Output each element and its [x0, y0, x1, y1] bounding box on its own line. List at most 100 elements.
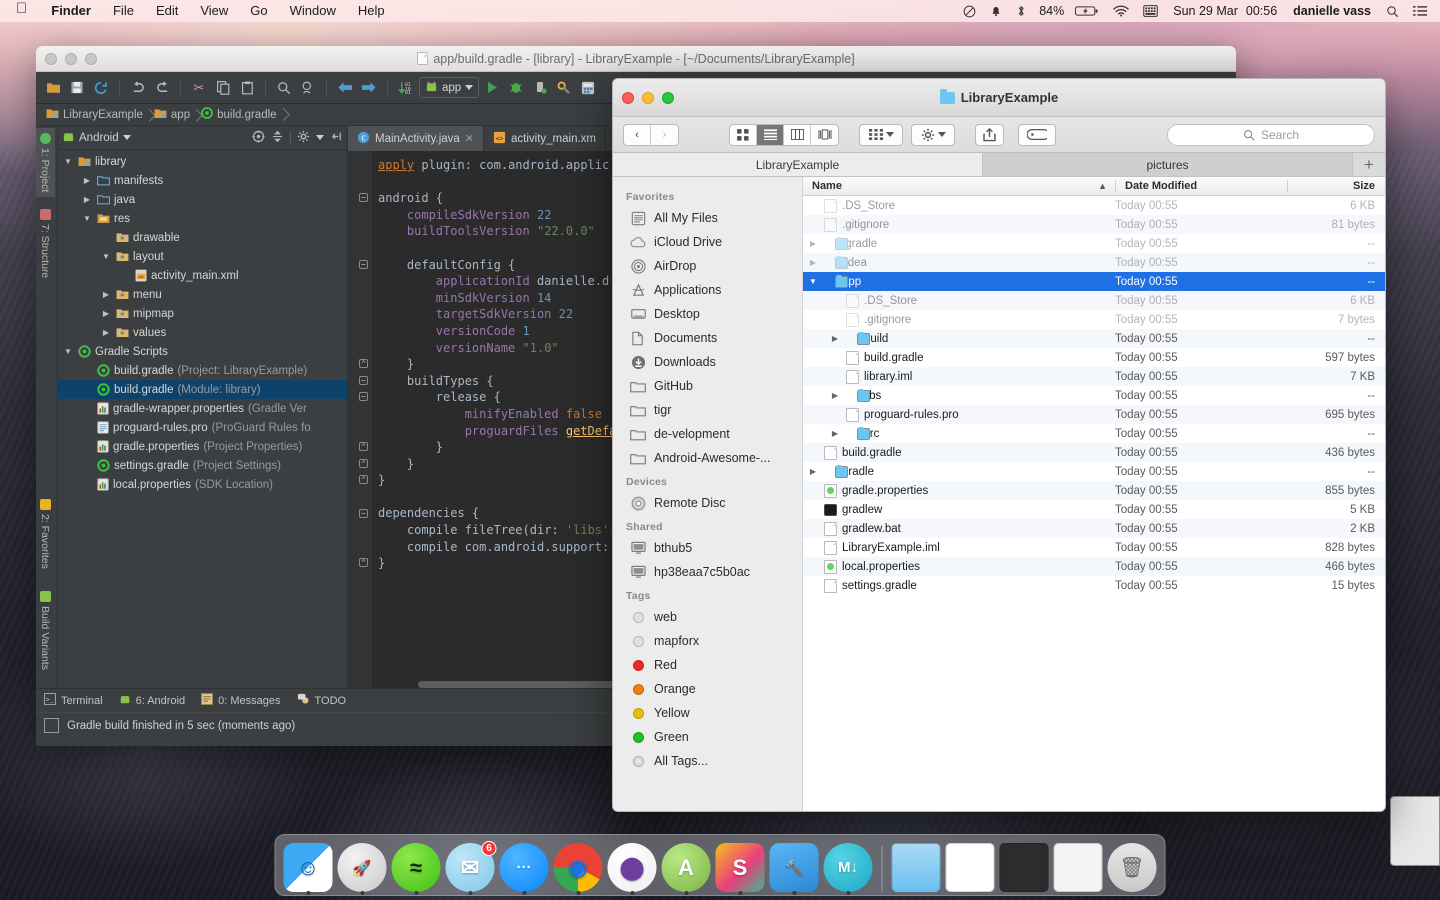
project-tree-node[interactable]: build.gradle(Project: LibraryExample): [58, 361, 347, 380]
share-button[interactable]: [975, 124, 1004, 146]
project-tree-node[interactable]: settings.gradle(Project Settings): [58, 456, 347, 475]
finder-window[interactable]: LibraryExample ‹ ›: [612, 78, 1386, 812]
project-tree-node[interactable]: ▼res: [58, 209, 347, 228]
sidebar-item-tigr[interactable]: tigr: [613, 398, 802, 422]
event-log-icon[interactable]: [44, 718, 59, 733]
dock-item-messages[interactable]: ···: [500, 843, 549, 892]
sidebar-item-de-velopment[interactable]: de-velopment: [613, 422, 802, 446]
chevron-down-icon[interactable]: [123, 135, 131, 140]
project-tree-node[interactable]: proguard-rules.pro(ProGuard Rules fo: [58, 418, 347, 437]
table-row[interactable]: settings.gradleToday 00:5515 bytes: [803, 576, 1385, 595]
project-tree-node[interactable]: ▶mipmap: [58, 304, 347, 323]
table-row[interactable]: .gitignoreToday 00:557 bytes: [803, 310, 1385, 329]
chevron-down-icon[interactable]: [938, 132, 946, 137]
status-tab-messages[interactable]: 0: Messages: [201, 693, 280, 708]
battery-charging-icon[interactable]: [1068, 0, 1106, 22]
disclosure-collapsed-icon[interactable]: ▶: [829, 429, 841, 438]
forward-icon[interactable]: ›: [651, 125, 678, 145]
search-input[interactable]: Search: [1167, 124, 1375, 146]
disclosure-collapsed-icon[interactable]: ▶: [807, 239, 819, 248]
table-row[interactable]: LibraryExample.imlToday 00:55828 bytes: [803, 538, 1385, 557]
menu-item-window[interactable]: Window: [279, 0, 347, 22]
table-row[interactable]: build.gradleToday 00:55597 bytes: [803, 348, 1385, 367]
project-tree-node[interactable]: drawable: [58, 228, 347, 247]
finder-toolbar[interactable]: ‹ ›: [613, 117, 1385, 153]
code-fold-toggle-icon[interactable]: −: [359, 392, 368, 401]
column-header-size[interactable]: Size: [1287, 180, 1385, 192]
project-pane-header[interactable]: Android: [58, 126, 347, 150]
column-header-date[interactable]: Date Modified: [1115, 180, 1287, 192]
sidebar-item-airdrop[interactable]: AirDrop: [613, 254, 802, 278]
icon-view-button[interactable]: [730, 125, 757, 145]
editor-gutter[interactable]: [348, 151, 372, 688]
project-tool-window[interactable]: Android: [58, 126, 348, 688]
finder-window-controls[interactable]: [613, 92, 674, 104]
finder-close-button[interactable]: [622, 92, 634, 104]
find-icon[interactable]: [273, 77, 295, 99]
input-source-icon[interactable]: [1136, 0, 1165, 22]
code-fold-toggle-icon[interactable]: ⌃: [359, 475, 368, 484]
dock-item-xcode[interactable]: 🔨: [770, 843, 819, 892]
sidebar-item-all-my-files[interactable]: All My Files: [613, 206, 802, 230]
sidebar-item-all-tags[interactable]: All Tags...: [613, 749, 802, 773]
table-row[interactable]: build.gradleToday 00:55436 bytes: [803, 443, 1385, 462]
back-icon[interactable]: ‹: [624, 125, 651, 145]
menu-item-go[interactable]: Go: [239, 0, 278, 22]
sidebar-item-github[interactable]: GitHub: [613, 374, 802, 398]
menu-item-help[interactable]: Help: [347, 0, 396, 22]
sidebar-item-icloud-drive[interactable]: iCloud Drive: [613, 230, 802, 254]
tab-mainactivity-java[interactable]: C MainActivity.java ✕: [348, 126, 484, 151]
notification-bell-icon[interactable]: [983, 0, 1009, 22]
coverflow-view-button[interactable]: [811, 125, 838, 145]
finder-nav-buttons[interactable]: ‹ ›: [623, 124, 679, 146]
sidebar-item-red[interactable]: Red: [613, 653, 802, 677]
twisty-collapsed-icon[interactable]: ▶: [100, 290, 112, 299]
status-tab-terminal[interactable]: >_ Terminal: [44, 693, 103, 708]
project-tree-node[interactable]: ▼layout: [58, 247, 347, 266]
table-row[interactable]: ▶srcToday 00:55--: [803, 424, 1385, 443]
twisty-collapsed-icon[interactable]: ▶: [100, 328, 112, 337]
save-all-icon[interactable]: [66, 77, 88, 99]
dock-item-chrome[interactable]: ◉: [554, 843, 603, 892]
attach-debugger-icon[interactable]: [529, 77, 551, 99]
disclosure-collapsed-icon[interactable]: ▶: [829, 391, 841, 400]
finder-minimize-button[interactable]: [642, 92, 654, 104]
sidebar-item-applications[interactable]: Applications: [613, 278, 802, 302]
tab-activity-main-xml[interactable]: <> activity_main.xm: [484, 126, 606, 151]
finder-view-mode-group[interactable]: [729, 124, 839, 146]
twisty-collapsed-icon[interactable]: ▶: [81, 195, 93, 204]
dock-item-mailbox[interactable]: ✉6: [446, 843, 495, 892]
finder-zoom-button[interactable]: [662, 92, 674, 104]
project-tree[interactable]: ▼library▶manifests▶java▼resdrawable▼layo…: [58, 150, 347, 688]
menubar-time[interactable]: 00:56: [1246, 0, 1285, 22]
settings-gear-icon[interactable]: [297, 130, 310, 146]
table-row[interactable]: library.imlToday 00:557 KB: [803, 367, 1385, 386]
dock-item-minimized-window-3[interactable]: [1054, 843, 1103, 892]
wifi-icon[interactable]: [1106, 0, 1136, 22]
menu-item-view[interactable]: View: [189, 0, 239, 22]
table-row[interactable]: ▶libsToday 00:55--: [803, 386, 1385, 405]
code-fold-toggle-icon[interactable]: −: [359, 193, 368, 202]
project-tree-node[interactable]: gradle.properties(Project Properties): [58, 437, 347, 456]
project-tree-node[interactable]: ▶java: [58, 190, 347, 209]
dock-item-spotify[interactable]: ≈: [392, 843, 441, 892]
avd-manager-icon[interactable]: [577, 77, 599, 99]
apple-menu-icon[interactable]: : [0, 0, 40, 22]
table-row[interactable]: .gitignoreToday 00:5581 bytes: [803, 215, 1385, 234]
ide-tool-window-rail[interactable]: 1: Project 7: Structure 2: Favorites Bui…: [36, 126, 58, 688]
tag-button[interactable]: [1018, 124, 1056, 146]
project-tree-node[interactable]: ▼library: [58, 152, 347, 171]
chevron-down-icon[interactable]: [886, 132, 894, 137]
breadcrumb-item-app[interactable]: app: [150, 108, 197, 122]
dock-item-downloads-stack[interactable]: [892, 843, 941, 892]
new-tab-button[interactable]: +: [1353, 153, 1385, 176]
project-tree-node[interactable]: ▶manifests: [58, 171, 347, 190]
collapse-all-icon[interactable]: [271, 130, 284, 146]
project-pane-actions[interactable]: [252, 130, 343, 146]
sidebar-item-hp38eaa7c5b0ac[interactable]: hp38eaa7c5b0ac: [613, 560, 802, 584]
code-fold-toggle-icon[interactable]: ⌃: [359, 558, 368, 567]
dock-item-trash[interactable]: 🗑: [1108, 843, 1157, 892]
project-tree-node[interactable]: ▶values: [58, 323, 347, 342]
twisty-collapsed-icon[interactable]: ▶: [81, 176, 93, 185]
table-row[interactable]: ▼appToday 00:55--: [803, 272, 1385, 291]
